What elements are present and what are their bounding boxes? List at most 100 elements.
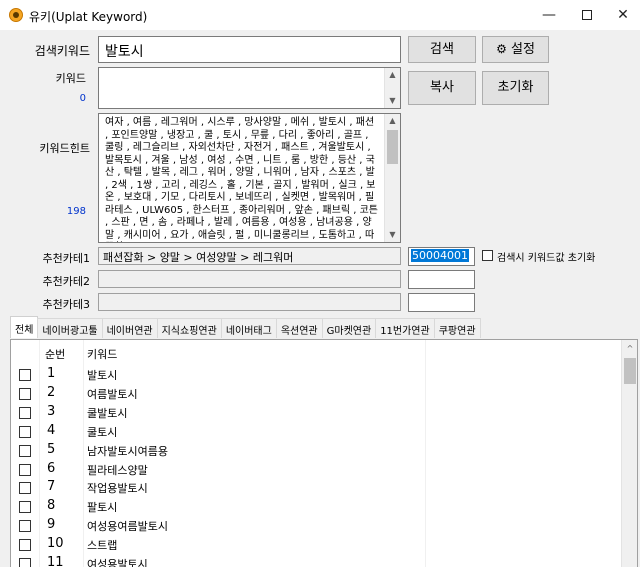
keyword-list: 순번 키워드 1 발토시 2 여름발토시 3 쿨발토시 4 쿨토시 5 남자발토시여름용 6 필라테스…	[10, 339, 638, 567]
row-checkbox[interactable]	[19, 558, 31, 567]
maximize-button[interactable]	[570, 0, 604, 30]
search-keyword-label: 검색키워드	[34, 44, 90, 58]
row-number: 3	[47, 403, 56, 419]
list-header: 순번 키워드	[11, 340, 621, 364]
row-checkbox[interactable]	[19, 406, 31, 419]
row-keyword: 남자발토시여름용	[87, 444, 168, 458]
row-number: 8	[47, 498, 56, 514]
tab-6[interactable]: G마켓연관	[321, 318, 377, 338]
settings-button-label: 설정	[510, 42, 535, 57]
settings-button[interactable]: ⚙ 설정	[482, 36, 549, 63]
table-row[interactable]: 11 여성용발토시	[11, 555, 621, 567]
category2-field[interactable]	[98, 270, 401, 288]
tab-3[interactable]: 지식쇼핑연관	[156, 318, 222, 338]
column-header-no[interactable]: 순번	[45, 346, 65, 362]
row-keyword: 여성용여름발토시	[87, 520, 168, 534]
row-keyword: 팔토시	[87, 501, 118, 515]
minimize-button[interactable]: —	[532, 0, 566, 30]
table-row[interactable]: 10 스트랩	[11, 536, 621, 554]
tab-7[interactable]: 11번가연관	[375, 318, 435, 338]
category3-label: 추천카테3	[42, 298, 90, 311]
category2-label: 추천카테2	[42, 275, 90, 288]
reset-button[interactable]: 초기화	[482, 71, 549, 105]
row-keyword: 여성용발토시	[87, 558, 148, 567]
table-row[interactable]: 2 여름발토시	[11, 385, 621, 403]
row-checkbox[interactable]	[19, 482, 31, 495]
row-number: 2	[47, 384, 56, 400]
column-header-keyword[interactable]: 키워드	[87, 346, 117, 362]
title-bar: 유키(Uplat Keyword) — ✕	[0, 0, 640, 30]
scroll-down-icon[interactable]: ▼	[385, 94, 400, 108]
row-number: 9	[47, 517, 56, 533]
keyword-hint-count: 198	[66, 206, 86, 217]
row-checkbox[interactable]	[19, 520, 31, 533]
maximize-icon	[582, 10, 592, 20]
search-keyword-input[interactable]: 발토시	[98, 36, 401, 63]
row-number: 1	[47, 366, 56, 381]
category1-code-input[interactable]: 50004001	[408, 247, 475, 266]
keywords-scrollbar[interactable]: ▲ ▼	[384, 68, 400, 108]
row-number: 5	[47, 441, 56, 457]
table-row[interactable]: 6 필라테스양말	[11, 461, 621, 479]
row-keyword: 필라테스양말	[87, 463, 148, 477]
keyword-hint-textarea[interactable]: 여자 , 여름 , 레그워머 , 시스루 , 망사양말 , 메쉬 , 발토시 ,…	[98, 113, 401, 243]
row-number: 7	[47, 479, 56, 495]
row-keyword: 스트랩	[87, 539, 118, 553]
row-keyword: 발토시	[87, 369, 118, 382]
table-row[interactable]: 8 팔토시	[11, 498, 621, 516]
scroll-down-icon[interactable]: ▼	[385, 228, 400, 242]
tab-0[interactable]: 전체	[10, 316, 39, 338]
reset-on-search-label: 검색시 키워드값 초기화	[497, 253, 596, 264]
row-number: 4	[47, 422, 56, 438]
tab-8[interactable]: 쿠팡연관	[433, 318, 481, 338]
row-keyword: 쿨발토시	[87, 406, 128, 420]
category3-code-input[interactable]	[408, 293, 475, 312]
table-row[interactable]: 1 발토시	[11, 366, 621, 384]
scroll-thumb[interactable]	[387, 130, 398, 164]
reset-on-search-checkbox[interactable]	[482, 250, 493, 261]
row-checkbox[interactable]	[19, 463, 31, 476]
category1-field[interactable]: 패션잡화 > 양말 > 여성양말 > 레그워머	[98, 247, 401, 265]
window-title: 유키(Uplat Keyword)	[29, 10, 148, 24]
category2-code-input[interactable]	[408, 270, 475, 289]
category1-label: 추천카테1	[42, 252, 90, 265]
gear-icon: ⚙	[496, 42, 507, 56]
category3-field[interactable]	[98, 293, 401, 311]
tab-4[interactable]: 네이버태그	[220, 318, 277, 338]
keywords-count: 0	[79, 93, 86, 104]
table-row[interactable]: 3 쿨발토시	[11, 404, 621, 422]
row-checkbox[interactable]	[19, 369, 31, 381]
table-row[interactable]: 4 쿨토시	[11, 423, 621, 441]
keyword-hint-label: 키워드힌트	[39, 142, 90, 155]
app-icon	[9, 8, 23, 22]
category1-code-text: 50004001	[411, 249, 469, 262]
scroll-up-icon[interactable]: ^	[622, 342, 637, 356]
row-checkbox[interactable]	[19, 425, 31, 438]
list-scrollbar[interactable]: ^	[621, 340, 637, 567]
row-checkbox[interactable]	[19, 387, 31, 400]
row-checkbox[interactable]	[19, 501, 31, 514]
search-button[interactable]: 검색	[408, 36, 476, 63]
row-keyword: 여름발토시	[87, 387, 138, 401]
row-number: 10	[47, 536, 64, 552]
tab-1[interactable]: 네이버광고툴	[37, 318, 103, 338]
keyword-hint-text: 여자 , 여름 , 레그워머 , 시스루 , 망사양말 , 메쉬 , 발토시 ,…	[105, 117, 378, 241]
scroll-thumb[interactable]	[624, 358, 636, 384]
close-button[interactable]: ✕	[606, 0, 640, 30]
scroll-up-icon[interactable]: ▲	[385, 114, 400, 128]
table-row[interactable]: 5 남자발토시여름용	[11, 442, 621, 460]
copy-button[interactable]: 복사	[408, 71, 476, 105]
row-keyword: 쿨토시	[87, 425, 118, 439]
tab-2[interactable]: 네이버연관	[101, 318, 158, 338]
hint-scrollbar[interactable]: ▲ ▼	[384, 114, 400, 242]
table-row[interactable]: 9 여성용여름발토시	[11, 517, 621, 535]
row-checkbox[interactable]	[19, 444, 31, 457]
scroll-up-icon[interactable]: ▲	[385, 68, 400, 82]
row-checkbox[interactable]	[19, 539, 31, 552]
tab-5[interactable]: 옥션연관	[275, 318, 323, 338]
table-row[interactable]: 7 작업용발토시	[11, 479, 621, 497]
row-number: 11	[47, 555, 64, 567]
keywords-textarea[interactable]: ▲ ▼	[98, 67, 401, 109]
source-tabs: 전체 네이버광고툴 네이버연관 지식쇼핑연관 네이버태그 옥션연관 G마켓연관 11번가연관 쿠…	[10, 316, 481, 338]
keywords-label: 키워드	[55, 72, 86, 85]
